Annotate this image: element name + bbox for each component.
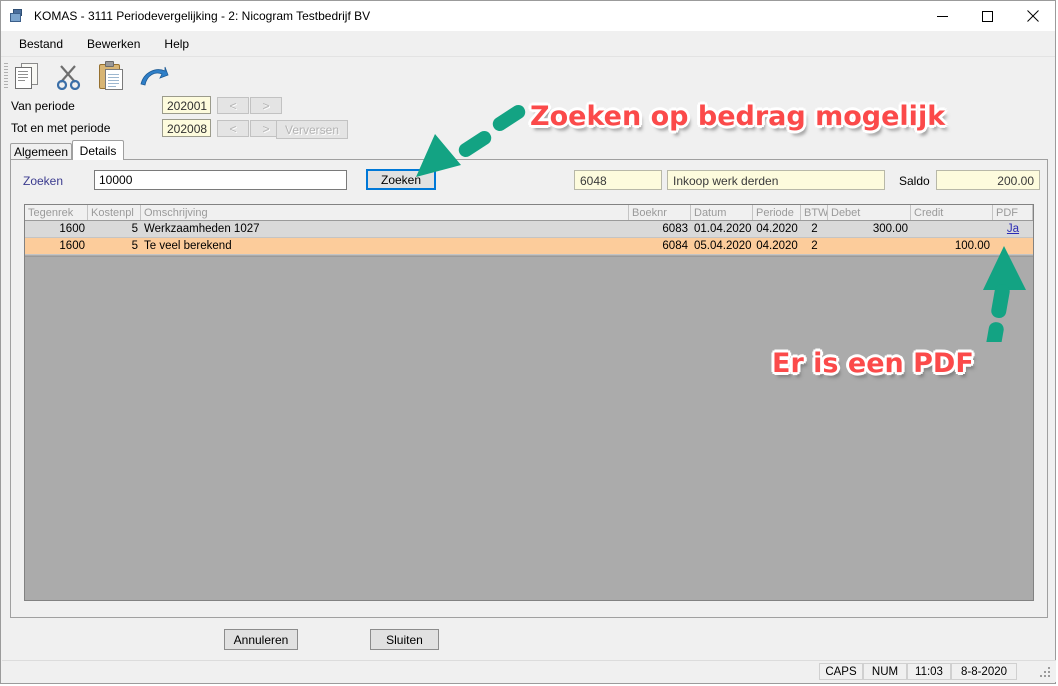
- tab-details[interactable]: Details: [72, 140, 124, 160]
- status-date: 8-8-2020: [951, 663, 1017, 680]
- column-header-tegenrek[interactable]: Tegenrek: [25, 205, 88, 220]
- column-header-pdf[interactable]: PDF: [993, 205, 1033, 220]
- account-number-field: 6048: [574, 170, 662, 190]
- from-period-next-button[interactable]: >: [250, 97, 282, 114]
- column-header-datum[interactable]: Datum: [691, 205, 753, 220]
- status-bar: CAPS NUM 11:03 8-8-2020: [2, 660, 1056, 682]
- status-caps: CAPS: [819, 663, 863, 680]
- application-window: KOMAS - 3111 Periodevergelijking - 2: Ni…: [0, 0, 1056, 684]
- cell-tegenrek: 1600: [59, 240, 85, 252]
- transactions-grid[interactable]: Tegenrek Kostenpl Omschrijving Boeknr Da…: [24, 204, 1034, 601]
- status-time: 11:03: [907, 663, 951, 680]
- menu-item-help[interactable]: Help: [154, 34, 199, 54]
- table-row[interactable]: 1600 5 Te veel berekend 6084 05.04.2020 …: [25, 238, 1033, 255]
- cell-btw: 2: [811, 223, 818, 235]
- cell-datum: 01.04.2020: [694, 223, 752, 235]
- pdf-link[interactable]: Ja: [1007, 223, 1019, 235]
- column-header-omschrijving[interactable]: Omschrijving: [141, 205, 629, 220]
- cell-btw: 2: [811, 240, 818, 252]
- undo-arrow-icon[interactable]: [137, 61, 169, 91]
- window-controls: [920, 1, 1055, 31]
- to-period-prev-button[interactable]: <: [217, 120, 249, 137]
- grid-divider: [25, 256, 1033, 257]
- grid-header-row: Tegenrek Kostenpl Omschrijving Boeknr Da…: [25, 205, 1033, 221]
- cell-credit: [911, 221, 993, 237]
- search-label: Zoeken: [23, 174, 64, 188]
- close-button[interactable]: [1010, 1, 1055, 31]
- annotation-zoeken-op-bedrag: Zoeken op bedrag mogelijk: [530, 101, 946, 132]
- to-period-input[interactable]: 202008: [162, 119, 211, 137]
- title-bar: KOMAS - 3111 Periodevergelijking - 2: Ni…: [1, 1, 1055, 31]
- menu-item-bestand[interactable]: Bestand: [9, 34, 73, 54]
- copy-icon[interactable]: [11, 61, 43, 91]
- cell-datum: 05.04.2020: [694, 240, 752, 252]
- cell-periode: 04.2020: [756, 240, 798, 252]
- cell-omschrijving: Werkzaamheden 1027: [144, 223, 260, 235]
- maximize-button[interactable]: [965, 1, 1010, 31]
- toolbar: [1, 57, 1055, 95]
- minimize-button[interactable]: [920, 1, 965, 31]
- arrow-to-search-button: [411, 99, 526, 180]
- cell-debet: [828, 238, 911, 254]
- annotation-er-is-een-pdf: Er is een PDF: [772, 348, 974, 379]
- saldo-label: Saldo: [899, 174, 930, 188]
- menu-item-bewerken[interactable]: Bewerken: [77, 34, 150, 54]
- close-dialog-button[interactable]: Sluiten: [370, 629, 439, 650]
- from-period-label: Van periode: [11, 99, 75, 113]
- saldo-value-field: 200.00: [936, 170, 1040, 190]
- cancel-button[interactable]: Annuleren: [224, 629, 298, 650]
- cell-kostenpl: 5: [131, 223, 138, 235]
- account-description-field: Inkoop werk derden: [667, 170, 885, 190]
- column-header-periode[interactable]: Periode: [753, 205, 801, 220]
- from-period-prev-button[interactable]: <: [217, 97, 249, 114]
- toolbar-grip[interactable]: [4, 63, 8, 89]
- status-num: NUM: [863, 663, 907, 680]
- cell-pdf[interactable]: Ja: [993, 221, 1033, 237]
- table-row[interactable]: 1600 5 Werkzaamheden 1027 6083 01.04.202…: [25, 221, 1033, 238]
- cell-boeknr: 6083: [662, 223, 688, 235]
- search-input[interactable]: 10000: [94, 170, 347, 190]
- tab-strip: Algemeen Details: [10, 140, 1048, 160]
- window-title: KOMAS - 3111 Periodevergelijking - 2: Ni…: [34, 9, 371, 23]
- cut-icon[interactable]: [53, 61, 85, 91]
- paste-icon[interactable]: [95, 61, 127, 91]
- column-header-btw[interactable]: BTW: [801, 205, 828, 220]
- column-header-credit[interactable]: Credit: [911, 205, 993, 220]
- cell-tegenrek: 1600: [59, 223, 85, 235]
- from-period-input[interactable]: 202001: [162, 96, 211, 114]
- cell-periode: 04.2020: [756, 223, 798, 235]
- tab-algemeen[interactable]: Algemeen: [10, 143, 72, 160]
- menu-bar: Bestand Bewerken Help: [1, 31, 1055, 57]
- cell-kostenpl: 5: [131, 240, 138, 252]
- arrow-to-pdf-link: [976, 244, 1030, 357]
- column-header-kostenpl[interactable]: Kostenpl: [88, 205, 141, 220]
- cell-debet: 300.00: [872, 223, 908, 235]
- cell-omschrijving: Te veel berekend: [144, 240, 232, 252]
- cell-boeknr: 6084: [662, 240, 688, 252]
- resize-grip[interactable]: [1040, 667, 1052, 679]
- column-header-boeknr[interactable]: Boeknr: [629, 205, 691, 220]
- app-icon: [10, 8, 26, 24]
- to-period-label: Tot en met periode: [11, 121, 111, 135]
- column-header-debet[interactable]: Debet: [828, 205, 911, 220]
- refresh-button[interactable]: Verversen: [276, 120, 348, 139]
- details-tab-page: Zoeken 10000 Zoeken 6048 Inkoop werk der…: [10, 159, 1048, 618]
